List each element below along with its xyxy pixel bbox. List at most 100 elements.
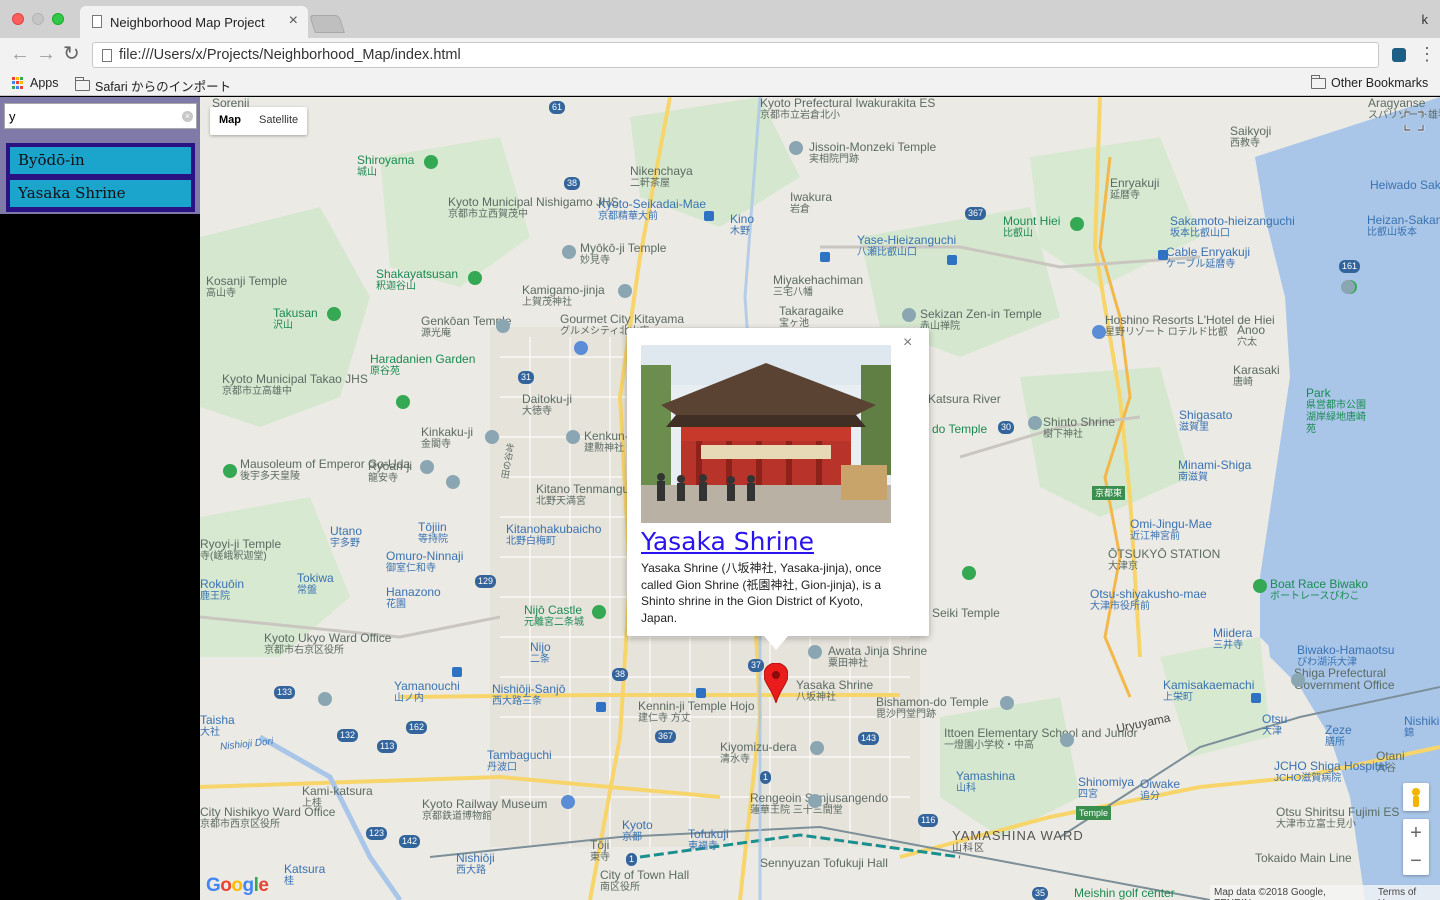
shopping-icon[interactable]: [574, 341, 588, 355]
museum-icon[interactable]: [561, 795, 575, 809]
list-item[interactable]: Byōdō-in: [10, 147, 191, 174]
route-shield: 129: [475, 575, 497, 588]
temple-icon[interactable]: [562, 245, 576, 259]
temple-icon[interactable]: [496, 319, 510, 333]
info-window-close-icon[interactable]: ×: [903, 334, 912, 352]
temple-icon[interactable]: [485, 430, 499, 444]
map-type-satellite-button[interactable]: Satellite: [250, 107, 307, 135]
park-icon[interactable]: [962, 566, 976, 580]
terms-of-use-link[interactable]: Terms of Use: [1378, 887, 1436, 900]
map-label: Haradanien Garden 原谷苑: [370, 352, 476, 377]
profile-button[interactable]: k: [1422, 12, 1429, 27]
street-view-pegman-icon[interactable]: [1403, 783, 1429, 811]
map-label: Awata Jinja Shrine 粟田神社: [828, 644, 928, 669]
bookmark-folder-safari[interactable]: Safari からのインポート: [75, 76, 231, 95]
map-label: Tokiwa 常盤: [297, 571, 334, 596]
train-station-icon[interactable]: [696, 688, 706, 698]
info-window-title-link[interactable]: Yasaka Shrine: [641, 527, 814, 556]
temple-icon[interactable]: [1028, 416, 1042, 430]
train-station-icon[interactable]: [452, 667, 462, 677]
map-label: Nijo 二条: [530, 640, 551, 665]
building-icon[interactable]: [318, 692, 332, 706]
zoom-in-button[interactable]: +: [1403, 819, 1429, 847]
filter-search-input[interactable]: [4, 103, 197, 129]
temple-icon[interactable]: [789, 141, 803, 155]
map-marker-icon[interactable]: [764, 663, 788, 703]
map-label: YAMASHINA WARD 山科区: [952, 828, 1084, 854]
map-label: Takaragaike 宝ヶ池: [779, 304, 844, 329]
map-label: Kamisakaemachi 上栄町: [1163, 678, 1255, 703]
info-window: × Yasaka Shrine Yasaka Shrine (八坂神社, Yas…: [627, 328, 929, 650]
train-station-icon[interactable]: [820, 252, 830, 262]
map-label: Bishamon-do Temple 毘沙門堂門跡: [876, 695, 989, 720]
train-station-icon[interactable]: [1251, 693, 1261, 703]
fullscreen-window-button[interactable]: [52, 13, 64, 25]
bookmark-folder-other[interactable]: Other Bookmarks: [1311, 74, 1428, 90]
building-icon[interactable]: [1341, 280, 1355, 294]
bookmark-apps-label: Apps: [30, 76, 59, 90]
sidebar: × Byōdō-in Yasaka Shrine: [0, 97, 200, 900]
browser-menu-icon[interactable]: ⋮: [1418, 44, 1436, 64]
temple-icon[interactable]: [566, 430, 580, 444]
google-logo[interactable]: Google: [206, 875, 269, 897]
map-label: Cable Enryakuji ケーブル延暦寺: [1166, 245, 1251, 270]
map-label: Taisha 大社: [200, 713, 235, 738]
fullscreen-icon[interactable]: [1402, 109, 1426, 133]
map-label: Ittoen Elementary School and Junior 一燈園小学…: [944, 726, 1138, 751]
map-label: Kamigamo-jinja 上賀茂神社: [522, 283, 605, 308]
minimize-window-button[interactable]: [32, 13, 44, 25]
park-icon[interactable]: [424, 155, 438, 169]
zoom-out-button[interactable]: −: [1403, 847, 1429, 875]
forward-arrow-icon[interactable]: →: [36, 43, 56, 65]
map-label: Kennin-ji Temple Hojo 建仁寺 方丈: [638, 699, 755, 724]
list-item[interactable]: Yasaka Shrine: [10, 180, 191, 207]
train-station-icon[interactable]: [947, 255, 957, 265]
bookmark-apps[interactable]: Apps: [12, 76, 59, 90]
temple-icon[interactable]: [808, 794, 822, 808]
clear-search-icon[interactable]: ×: [182, 111, 193, 122]
browser-toolbar: ← → ↻ file:///Users/x/Projects/Neighborh…: [0, 38, 1440, 72]
temple-icon[interactable]: [618, 284, 632, 298]
map-label: Kinkaku-ji 金閣寺: [421, 425, 474, 450]
temple-icon[interactable]: [808, 645, 822, 659]
train-station-icon[interactable]: [704, 211, 714, 221]
park-icon[interactable]: [223, 464, 237, 478]
temple-icon[interactable]: [446, 475, 460, 489]
reload-icon[interactable]: ↻: [63, 43, 80, 65]
extension-icon[interactable]: [1392, 48, 1406, 62]
tab-close-icon[interactable]: ×: [289, 12, 298, 30]
train-station-icon[interactable]: [596, 702, 606, 712]
map-type-map-button[interactable]: Map: [210, 107, 250, 135]
close-window-button[interactable]: [12, 13, 24, 25]
temple-icon[interactable]: [1000, 696, 1014, 710]
park-icon[interactable]: [1070, 217, 1084, 231]
map-label: Miidera 三井寺: [1213, 626, 1253, 651]
temple-icon[interactable]: [810, 741, 824, 755]
hotel-icon[interactable]: [1092, 325, 1106, 339]
temple-icon[interactable]: [420, 460, 434, 474]
park-icon[interactable]: [327, 307, 341, 321]
temple-icon[interactable]: [902, 308, 916, 322]
map-label: Shiga Prefectural Government Office: [1294, 666, 1395, 692]
map-label: Kyoto Railway Museum 京都鉄道博物館: [422, 797, 548, 822]
building-icon[interactable]: [1291, 673, 1305, 687]
park-icon[interactable]: [396, 395, 410, 409]
page-info-icon[interactable]: [102, 49, 112, 62]
map-label: Nishiōji-Sanjō 西大路三条: [492, 682, 566, 707]
map-label: Kyoto 京都: [622, 818, 653, 843]
new-tab-button[interactable]: [309, 15, 345, 33]
back-arrow-icon[interactable]: ←: [10, 43, 30, 65]
route-shield: 1: [760, 771, 772, 784]
map[interactable]: Sorenji Shiroyama 城山 Kosanji Temple 高山寺 Ta…: [200, 97, 1440, 900]
map-label: Enryakuji 延暦寺: [1110, 176, 1160, 201]
school-icon[interactable]: [1060, 733, 1074, 747]
park-icon[interactable]: [592, 605, 606, 619]
park-icon[interactable]: [1253, 579, 1267, 593]
train-station-icon[interactable]: [1158, 250, 1168, 260]
browser-tab[interactable]: Neighborhood Map Project ×: [80, 6, 308, 38]
map-label: Ryoyi-ji Temple 寺(嵯峨釈迦堂): [200, 537, 282, 562]
route-shield: 162: [406, 721, 428, 734]
address-bar[interactable]: file:///Users/x/Projects/Neighborhood_Ma…: [92, 42, 1379, 68]
map-label: City Nishikyo Ward Office 京都市西京区役所: [200, 805, 336, 830]
park-icon[interactable]: [468, 271, 482, 285]
